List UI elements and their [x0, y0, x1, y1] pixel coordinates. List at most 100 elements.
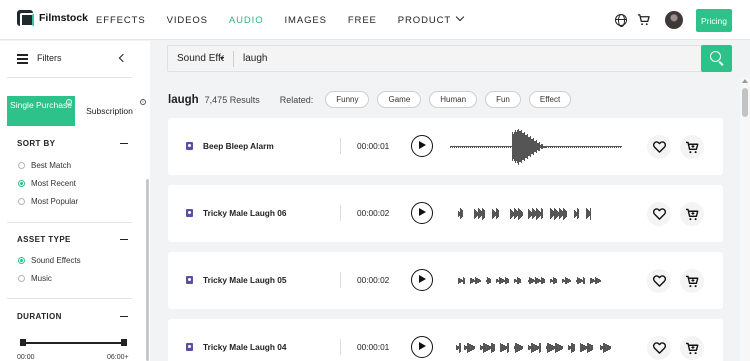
search-type-select[interactable]: Sound Effects [177, 53, 224, 64]
search-input[interactable] [236, 47, 696, 70]
nav-item-audio[interactable]: AUDIO [229, 15, 264, 26]
related-chip-effect[interactable]: Effect [528, 91, 572, 108]
sort-option-most-popular[interactable]: Most Popular [18, 197, 78, 206]
sort-option-label: Best Match [31, 161, 72, 170]
duration-min-label: 00:00 [17, 354, 35, 361]
play-button[interactable] [411, 135, 433, 157]
favorite-button[interactable] [647, 202, 671, 226]
duration-header[interactable]: DURATION [17, 312, 128, 321]
heart-icon [652, 275, 666, 287]
sound-effect-icon [186, 142, 193, 150]
track-title[interactable]: Tricky Male Laugh 05 [203, 275, 286, 285]
search-button[interactable] [701, 45, 732, 72]
collapse-minus-icon[interactable] [120, 238, 128, 241]
filmstock-logo-icon [17, 10, 34, 27]
waveform[interactable] [450, 329, 630, 361]
track-card[interactable]: Tricky Male Laugh 04 00:00:01 [168, 319, 723, 361]
duration-min-handle[interactable] [20, 339, 26, 346]
waveform[interactable] [450, 262, 630, 299]
track-card[interactable]: Tricky Male Laugh 06 00:00:02 [168, 185, 723, 242]
play-button[interactable] [411, 269, 433, 291]
nav-item-product[interactable]: PRODUCT [398, 12, 465, 26]
radio-button[interactable] [18, 257, 25, 264]
tab-single-purchase[interactable]: Single Purchase i [7, 96, 75, 126]
asset-type-header[interactable]: ASSET TYPE [17, 235, 128, 244]
divider [340, 138, 341, 154]
duration-slider-track[interactable] [23, 342, 125, 344]
duration-title: DURATION [17, 312, 62, 321]
sort-option-most-recent[interactable]: Most Recent [18, 179, 76, 188]
divider [340, 339, 341, 355]
tab-subscription[interactable]: Subscription i [75, 96, 146, 126]
add-to-cart-button[interactable] [680, 269, 704, 293]
sort-option-best-match[interactable]: Best Match [18, 161, 71, 170]
sound-effect-icon [186, 276, 193, 284]
add-to-cart-button[interactable] [680, 336, 704, 360]
add-to-cart-button[interactable] [680, 135, 704, 159]
sound-effect-icon [186, 343, 193, 351]
nav-item-images[interactable]: IMAGES [285, 15, 327, 26]
results-header: laugh 7,475 Results Related: Funny Game … [168, 91, 579, 108]
divider [7, 298, 132, 299]
radio-button[interactable] [18, 198, 25, 205]
divider [7, 77, 132, 78]
pricing-button[interactable]: Pricing [696, 9, 732, 32]
sort-option-label: Most Recent [31, 179, 76, 188]
related-chip-funny[interactable]: Funny [325, 91, 370, 108]
avatar[interactable] [665, 11, 683, 29]
track-title[interactable]: Tricky Male Laugh 06 [203, 208, 286, 218]
chevron-down-icon [455, 12, 465, 21]
radio-button[interactable] [18, 275, 25, 282]
favorite-button[interactable] [647, 135, 671, 159]
favorite-button[interactable] [647, 269, 671, 293]
scroll-up-arrow-icon[interactable] [742, 79, 748, 83]
info-icon[interactable]: i [140, 99, 146, 105]
play-button[interactable] [411, 336, 433, 358]
track-card[interactable]: Beep Bleep Alarm 00:00:01 [168, 118, 723, 175]
tab-subscription-label: Subscription [86, 106, 133, 116]
sort-by-title: SORT BY [17, 139, 56, 148]
nav-item-effects[interactable]: EFFECTS [96, 15, 146, 26]
results-term: laugh [168, 93, 199, 106]
track-duration: 00:00:01 [357, 141, 390, 151]
waveform[interactable] [450, 128, 630, 165]
radio-button[interactable] [18, 180, 25, 187]
waveform[interactable] [450, 195, 630, 232]
asset-option-sound-effects[interactable]: Sound Effects [18, 256, 81, 265]
sort-by-header[interactable]: SORT BY [17, 139, 128, 148]
heart-icon [652, 208, 666, 220]
divider [340, 272, 341, 288]
chevron-left-icon[interactable] [118, 53, 128, 63]
play-button[interactable] [411, 202, 433, 224]
cart-icon[interactable] [637, 13, 650, 26]
favorite-button[interactable] [647, 336, 671, 360]
top-nav: Filmstock EFFECTS VIDEOS AUDIO IMAGES FR… [0, 0, 750, 40]
related-chip-human[interactable]: Human [429, 91, 478, 108]
related-chip-fun[interactable]: Fun [485, 91, 521, 108]
main-scrollbar[interactable] [740, 77, 750, 361]
asset-option-music[interactable]: Music [18, 274, 52, 283]
nav-item-videos[interactable]: VIDEOS [167, 15, 208, 26]
track-duration: 00:00:02 [357, 208, 390, 218]
filters-title: Filters [37, 53, 62, 63]
add-to-cart-button[interactable] [680, 202, 704, 226]
cart-icon [685, 141, 699, 153]
track-card[interactable]: Tricky Male Laugh 05 00:00:02 [168, 252, 723, 309]
track-title[interactable]: Beep Bleep Alarm [203, 141, 274, 151]
duration-max-handle[interactable] [121, 339, 127, 346]
sort-option-label: Most Popular [31, 197, 79, 206]
collapse-minus-icon[interactable] [120, 142, 128, 145]
nav-item-free[interactable]: FREE [348, 15, 377, 26]
globe-icon[interactable] [615, 14, 627, 27]
sidebar-scrollbar[interactable] [146, 179, 149, 361]
main-scrollbar-thumb[interactable] [742, 88, 748, 117]
track-title[interactable]: Tricky Male Laugh 04 [203, 342, 286, 352]
caret-down-icon[interactable] [220, 57, 224, 60]
related-chip-game[interactable]: Game [377, 91, 422, 108]
results-count: 7,475 Results [204, 94, 260, 105]
collapse-minus-icon[interactable] [120, 315, 128, 318]
filters-sidebar: Filters Single Purchase i Subscription i… [0, 41, 150, 361]
radio-button[interactable] [18, 162, 25, 169]
logo[interactable]: Filmstock [17, 10, 88, 27]
info-icon[interactable]: i [66, 99, 72, 105]
